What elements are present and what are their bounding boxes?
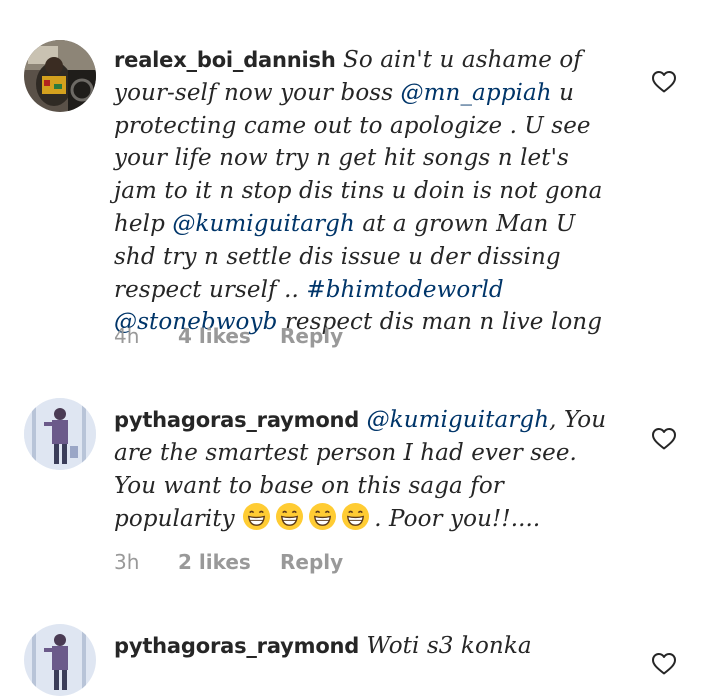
avatar[interactable] — [24, 40, 96, 112]
heart-outline-icon[interactable] — [651, 652, 677, 676]
profile-photo-person-standing-icon — [24, 398, 96, 470]
avatar[interactable] — [24, 624, 96, 696]
mention-link[interactable]: @mn_appiah — [401, 80, 552, 106]
hashtag-link[interactable]: #bhimtodeworld — [306, 277, 503, 303]
heart-outline-icon[interactable] — [651, 70, 677, 94]
heart-outline-icon[interactable] — [651, 427, 677, 451]
profile-photo-car-icon — [24, 40, 96, 112]
reply-button[interactable]: Reply — [280, 550, 343, 574]
comment-username[interactable]: pythagoras_raymond — [114, 408, 359, 432]
comment-text: pythagoras_raymond Woti s3 konka — [114, 630, 619, 663]
comment-username[interactable]: realex_boi_dannish — [114, 48, 336, 72]
comment-text-segment — [359, 407, 366, 433]
profile-photo-person-standing-icon — [24, 624, 96, 696]
comment-text-segment: Woti s3 konka — [359, 633, 532, 659]
grinning-face-emoji-icon — [309, 503, 337, 531]
grinning-face-emoji-icon — [342, 503, 370, 531]
comment-meta: 3h 2 likes Reply — [114, 550, 343, 574]
comment-likes-count[interactable]: 4 likes — [178, 324, 280, 348]
mention-link[interactable]: @kumiguitargh — [367, 407, 550, 433]
reply-button[interactable]: Reply — [280, 324, 343, 348]
comment-text-segment: . Poor you!!.... — [374, 506, 541, 533]
comment-meta: 4h 4 likes Reply — [114, 324, 343, 348]
comment-likes-count[interactable]: 2 likes — [178, 550, 280, 574]
comment-timestamp: 3h — [114, 550, 140, 574]
grinning-face-emoji-icon — [243, 503, 271, 531]
avatar[interactable] — [24, 398, 96, 470]
comment-text: realex_boi_dannish So ain't u ashame of … — [114, 44, 619, 339]
comment-text: pythagoras_raymond @kumiguitargh, You ar… — [114, 404, 619, 536]
mention-link[interactable]: @kumiguitargh — [172, 211, 355, 237]
comment-timestamp: 4h — [114, 324, 140, 348]
comment-username[interactable]: pythagoras_raymond — [114, 634, 359, 658]
grinning-face-emoji-icon — [276, 503, 304, 531]
